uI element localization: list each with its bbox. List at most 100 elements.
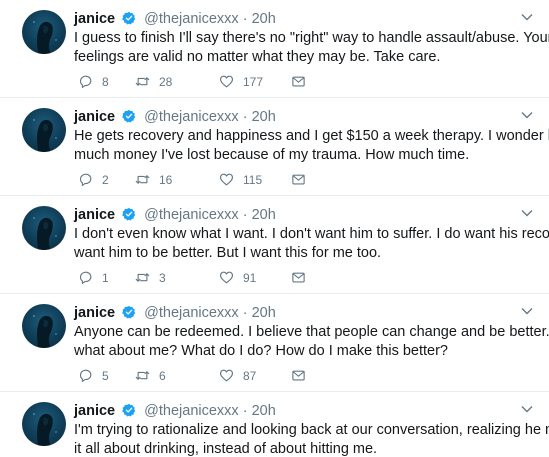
verified-badge-icon — [122, 305, 136, 319]
retweet-count: 3 — [159, 271, 166, 285]
envelope-icon — [292, 174, 305, 185]
like-button[interactable]: 91 — [219, 270, 256, 286]
tweet-text: I don't even know what I want. I don't w… — [74, 225, 549, 263]
retweet-count: 28 — [159, 75, 173, 89]
reply-count: 5 — [102, 369, 109, 383]
retweet-button[interactable]: 6 — [135, 368, 166, 384]
chevron-down-icon[interactable] — [521, 12, 533, 22]
envelope-icon — [292, 272, 305, 283]
retweet-count: 6 — [159, 369, 166, 383]
tweet-text-line: what about me? What do I do? How do I ma… — [74, 343, 448, 359]
separator-dot: · — [242, 109, 252, 125]
chevron-down-icon[interactable] — [521, 404, 533, 414]
reply-icon — [79, 369, 92, 382]
tweet-text: Anyone can be redeemed. I believe that p… — [74, 323, 549, 361]
timestamp[interactable]: 20h — [252, 207, 276, 223]
like-count: 91 — [243, 271, 257, 285]
tweet[interactable]: janice @thejanicexxx · 20h I don't even … — [0, 196, 549, 294]
tweet-text-line: I'm trying to rationalize and looking ba… — [74, 422, 549, 438]
tweet-text: I'm trying to rationalize and looking ba… — [74, 421, 549, 457]
reply-icon — [79, 75, 92, 88]
display-name[interactable]: janice — [74, 207, 115, 223]
avatar[interactable] — [22, 304, 66, 348]
heart-icon — [220, 173, 233, 186]
like-button[interactable]: 115 — [219, 172, 262, 188]
user-handle[interactable]: @thejanicexxx — [144, 109, 239, 125]
verified-badge-icon — [122, 11, 136, 25]
separator-dot: · — [242, 11, 252, 27]
tweet-text: He gets recovery and happiness and I get… — [74, 127, 549, 165]
reply-button[interactable]: 2 — [78, 172, 109, 188]
verified-badge-icon — [122, 207, 136, 221]
user-handle[interactable]: @thejanicexxx — [144, 207, 239, 223]
heart-icon — [220, 369, 233, 382]
retweet-button[interactable]: 3 — [135, 270, 166, 286]
like-count: 87 — [243, 369, 257, 383]
reply-icon — [79, 271, 92, 284]
reply-icon — [79, 173, 92, 186]
display-name[interactable]: janice — [74, 109, 115, 125]
display-name[interactable]: janice — [74, 11, 115, 27]
tweet[interactable]: janice @thejanicexxx · 20h He gets recov… — [0, 98, 549, 196]
tweet-header: janice @thejanicexxx · 20h — [74, 402, 519, 420]
reply-count: 2 — [102, 173, 109, 187]
tweet-timeline: janice @thejanicexxx · 20h I guess to fi… — [0, 0, 549, 457]
timestamp[interactable]: 20h — [252, 305, 276, 321]
avatar[interactable] — [22, 402, 66, 446]
display-name[interactable]: janice — [74, 403, 115, 419]
tweet[interactable]: janice @thejanicexxx · 20h Anyone can be… — [0, 294, 549, 392]
message-button[interactable] — [291, 368, 315, 384]
tweet-text: I guess to finish I'll say there's no "r… — [74, 29, 549, 67]
reply-button[interactable]: 5 — [78, 368, 109, 384]
reply-button[interactable]: 1 — [78, 270, 109, 286]
message-button[interactable] — [291, 74, 315, 90]
user-handle[interactable]: @thejanicexxx — [144, 403, 239, 419]
message-button[interactable] — [291, 270, 315, 286]
tweet-header: janice @thejanicexxx · 20h — [74, 206, 519, 224]
tweet-text-line: it all about drinking, instead of about … — [74, 441, 378, 457]
timestamp[interactable]: 20h — [252, 109, 276, 125]
tweet-text-line: Anyone can be redeemed. I believe that p… — [74, 324, 549, 340]
retweet-icon — [135, 175, 150, 184]
heart-icon — [220, 75, 233, 88]
chevron-down-icon[interactable] — [521, 208, 533, 218]
retweet-button[interactable]: 16 — [135, 172, 172, 188]
envelope-icon — [292, 370, 305, 381]
separator-dot: · — [242, 207, 252, 223]
tweet-actions: 8 28 177 — [78, 74, 378, 90]
user-handle[interactable]: @thejanicexxx — [144, 11, 239, 27]
reply-button[interactable]: 8 — [78, 74, 109, 90]
avatar[interactable] — [22, 10, 66, 54]
separator-dot: · — [242, 305, 252, 321]
tweet-header: janice @thejanicexxx · 20h — [74, 304, 519, 322]
tweet-header: janice @thejanicexxx · 20h — [74, 108, 519, 126]
message-button[interactable] — [291, 172, 315, 188]
verified-badge-icon — [122, 403, 136, 417]
avatar[interactable] — [22, 206, 66, 250]
like-button[interactable]: 177 — [219, 74, 263, 90]
timestamp[interactable]: 20h — [252, 11, 276, 27]
tweet-actions: 1 3 91 — [78, 270, 378, 286]
tweet-text-line: He gets recovery and happiness and I get… — [74, 128, 549, 144]
retweet-count: 16 — [159, 173, 173, 187]
tweet[interactable]: janice @thejanicexxx · 20h I guess to fi… — [0, 0, 549, 98]
chevron-down-icon[interactable] — [521, 110, 533, 120]
verified-badge-icon — [122, 109, 136, 123]
retweet-button[interactable]: 28 — [135, 74, 172, 90]
like-count: 177 — [243, 75, 264, 89]
tweet[interactable]: janice @thejanicexxx · 20h I'm trying to… — [0, 392, 549, 457]
tweet-text-line: much money I've lost because of my traum… — [74, 147, 470, 163]
chevron-down-icon[interactable] — [521, 306, 533, 316]
avatar[interactable] — [22, 108, 66, 152]
tweet-actions: 5 6 87 — [78, 368, 378, 384]
user-handle[interactable]: @thejanicexxx — [144, 305, 239, 321]
tweet-header: janice @thejanicexxx · 20h — [74, 10, 519, 28]
tweet-text-line: feelings are valid no matter what they m… — [74, 49, 441, 65]
like-button[interactable]: 87 — [219, 368, 256, 384]
envelope-icon — [292, 76, 305, 87]
retweet-icon — [135, 273, 150, 282]
retweet-icon — [135, 371, 150, 380]
timestamp[interactable]: 20h — [252, 403, 276, 419]
display-name[interactable]: janice — [74, 305, 115, 321]
reply-count: 1 — [102, 271, 109, 285]
